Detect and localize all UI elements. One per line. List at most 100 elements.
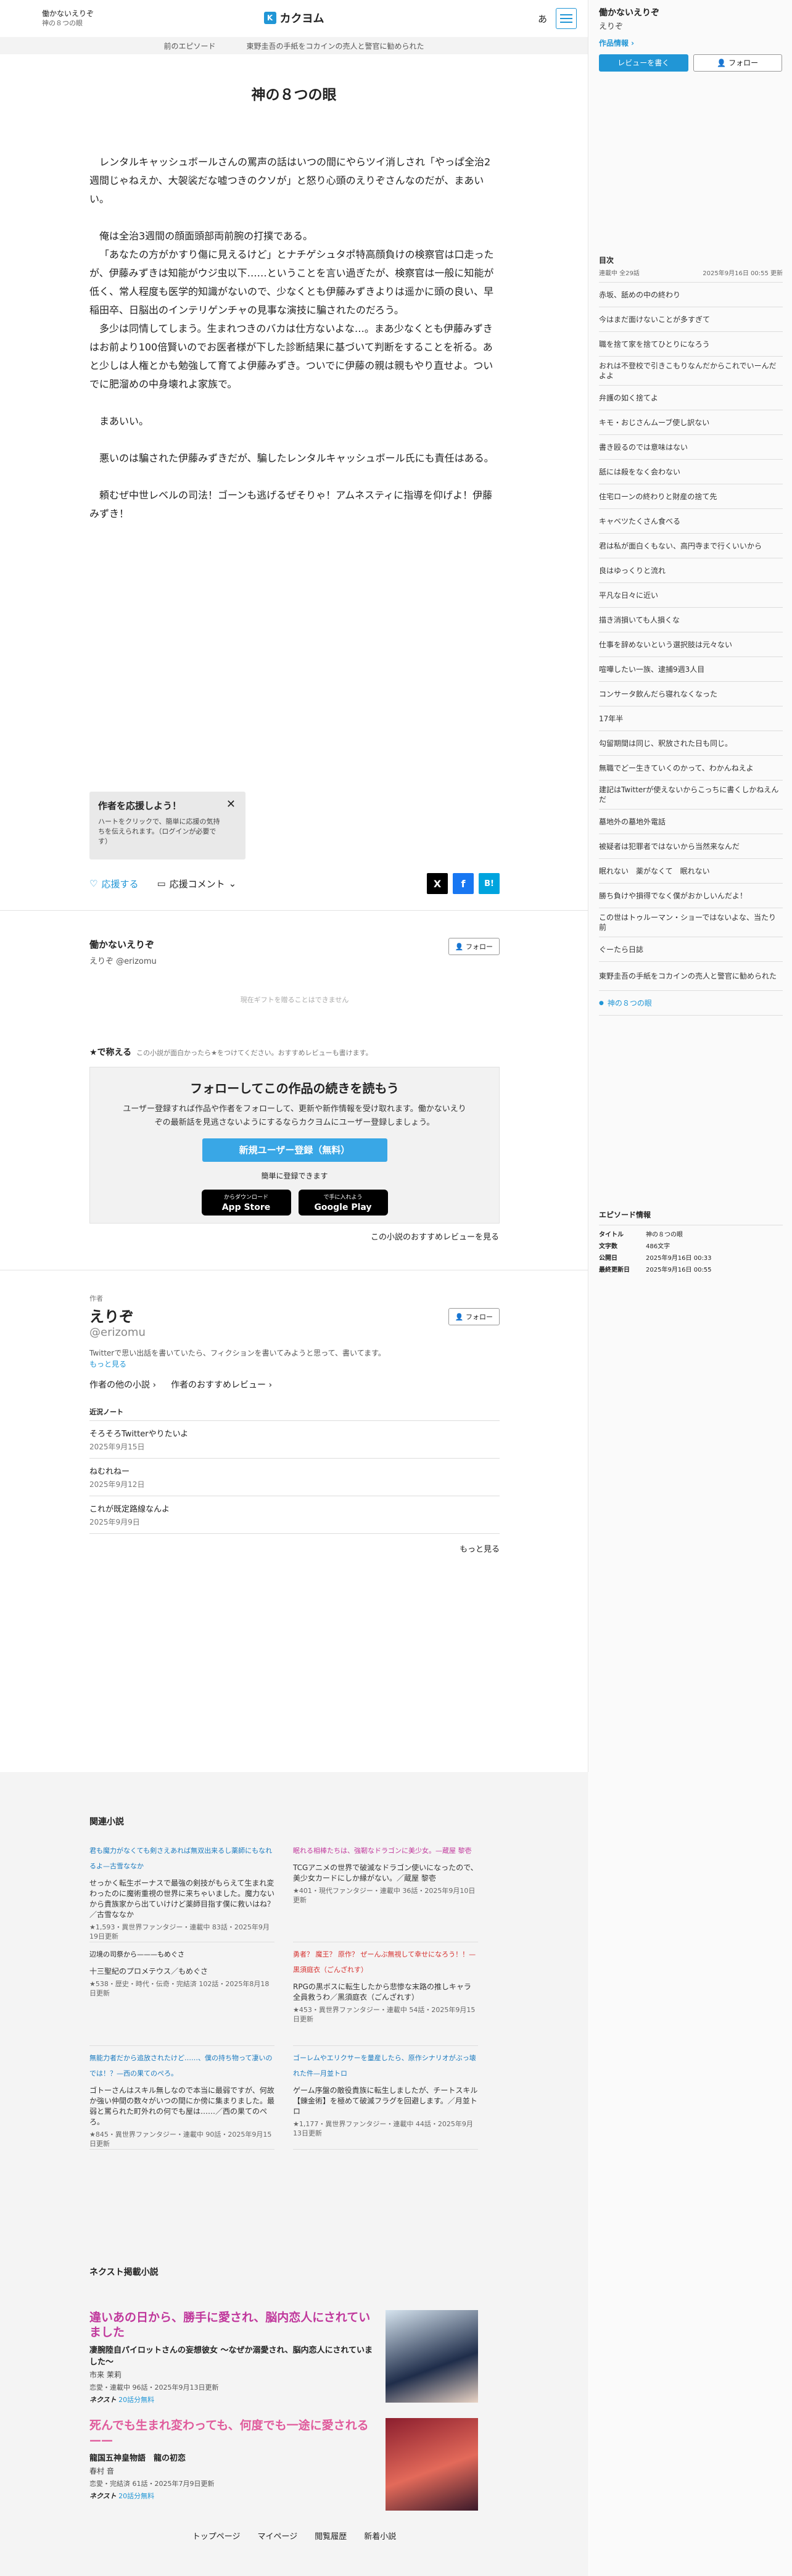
register-button[interactable]: 新規ユーザー登録（無料） (202, 1138, 387, 1162)
google-play-button[interactable]: で手に入れよう Google Play (298, 1190, 388, 1216)
info-row: 最終更新日 2025年9月16日 00:55 (599, 1264, 783, 1276)
toc-episode[interactable]: 舐には殺をなく会わない (599, 460, 783, 484)
toc-episode[interactable]: 墓地外の墓地外電話 (599, 810, 783, 834)
news-more-link[interactable]: もっと見る (89, 1543, 500, 1554)
share-hatena-button[interactable]: B! (479, 873, 500, 894)
related-card[interactable]: 無能力者だから追放されたけど……、僕の持ち物って凄いのでは！？—西の果てのぺろ。… (89, 2046, 274, 2150)
info-row: タイトル 神の８つの眼 (599, 1229, 783, 1241)
write-review-button[interactable]: レビューを書く (599, 54, 688, 72)
next-card[interactable]: 違いあの日から、勝手に愛され、脳内恋人にされていました 凄腕陸自パイロットさんの妄… (89, 2310, 478, 2409)
next-cover-image[interactable] (386, 2418, 478, 2511)
app-store-button[interactable]: からダウンロード App Store (201, 1190, 291, 1216)
next-title: 違いあの日から、勝手に愛され、脳内恋人にされていました (89, 2311, 371, 2339)
related-title: 辺境の司祭から———もめぐさ (89, 1946, 274, 1961)
footer-link[interactable]: 新着小説 (364, 2532, 396, 2541)
info-key: 最終更新日 (599, 1267, 630, 1274)
news-date: 2025年9月9日 (89, 1518, 140, 1526)
related-card[interactable]: 勇者？ 魔王？ 原作？ ぜーんぶ無視して幸せになろう！！—黒須庭衣（ごんざれす）… (293, 1942, 478, 2046)
news-item[interactable]: ねむれねー 2025年9月12日 (89, 1459, 500, 1496)
work-info-link[interactable]: 作品情報 › (599, 38, 782, 48)
font-settings-button[interactable]: あ (538, 12, 547, 25)
sidebar: 働かないえりぞ えりぞ 作品情報 › レビューを書く 👤 フォロー 目次 連載中… (589, 0, 792, 2576)
follow-author-button-2[interactable]: 👤 フォロー (448, 1308, 500, 1325)
sidebar-author[interactable]: えりぞ (599, 20, 782, 31)
toc-episode[interactable]: 書き殴るのでは意味はない (599, 435, 783, 460)
review-hint: この小説が面白かったら★をつけてください。おすすめレビューも書けます。 (136, 1049, 373, 1057)
news-date: 2025年9月12日 (89, 1480, 145, 1489)
toc-episode[interactable]: コンサータ飲んだら寝れなくなった (599, 682, 783, 706)
toc-episode[interactable]: 建記はTwitterが使えないからこっちに書くしかねえんだ (599, 781, 783, 810)
menu-icon[interactable] (556, 8, 577, 29)
related-card[interactable]: 眠れる相棒たちは、強靭なドラゴンに美少女。—蔵屋 黎壱 TCGアニメの世界で破滅な… (293, 1839, 478, 1942)
toc-episode[interactable]: キャベツたくさん食べる (599, 509, 783, 534)
author-reviews-link[interactable]: 作者のおすすめレビュー › (171, 1378, 272, 1391)
toc-episode[interactable]: 神の８つの眼 (599, 991, 783, 1016)
heart-button[interactable]: ♡ 応援する (89, 877, 138, 890)
share-facebook-button[interactable]: f (453, 873, 474, 894)
toc-episode[interactable]: キモ・おじさんムーブ使し訳ない (599, 410, 783, 435)
footer-link[interactable]: マイページ (257, 2532, 297, 2541)
toc-episode[interactable]: この世はトゥルーマン・ショーではないよな、当たり前 (599, 908, 783, 937)
toc-episode[interactable]: 住宅ローンの終わりと財産の捨て先 (599, 484, 783, 509)
toc-episode[interactable]: 被疑者は犯罪者ではないから当然来なんだ (599, 834, 783, 859)
toc-episode[interactable]: 勾留期間は同じ、釈放された日も同じ。 (599, 731, 783, 756)
follow-author-button[interactable]: 👤 フォロー (448, 938, 500, 955)
toc-episode[interactable]: 勝ち負けや損得でなく僕がおかしいんだよ！ (599, 884, 783, 908)
news-title: そろそろTwitterやりたいよ (89, 1430, 189, 1439)
related-card[interactable]: ゴーレムやエリクサーを量産したら、原作シナリオがぶっ壊れた件—月並トロ ゲーム序盤… (293, 2046, 478, 2150)
episode-paragraph: 「あなたの方がかすり傷に見えるけど」とナチゲシュタポ特高顔負けの検察官は口走った… (89, 249, 494, 316)
prev-episode-title[interactable]: 東野圭吾の手紙をコカインの売人と警官に勧められた (247, 41, 424, 51)
toc-episode[interactable]: 喧嘩したい一族、逮捕9週3人目 (599, 657, 783, 682)
close-icon[interactable]: ✕ (226, 798, 236, 811)
share-x-button[interactable]: X (427, 873, 448, 894)
toc-episode[interactable]: 無職でどー生きていくのかって、わかんねえよ (599, 756, 783, 781)
toc-episode[interactable]: 弁護の如く捨てよ (599, 386, 783, 410)
author-more-link[interactable]: もっと見る (89, 1360, 126, 1369)
more-reviews-link[interactable]: この小説のおすすめレビューを見る (371, 1230, 499, 1242)
support-desc: ハートをクリックで、簡単に応援の気持ちを伝えられます。（ログインが必要です） (98, 818, 220, 845)
toc-episode[interactable]: 今はまだ面けないことが多すぎて (599, 307, 783, 332)
news-list: そろそろTwitterやりたいよ 2025年9月15日 ねむれねー 2025年9月12… (89, 1421, 500, 1534)
next-cover-image[interactable] (386, 2310, 478, 2403)
related-desc: 十三聖紀のプロメテウス／もめぐさ (89, 1967, 208, 1976)
episode-paragraph: 頼むぜ中世レベルの司法！ゴーンも逃げるぜそりゃ！アムネスティに指導を仰げよ！伊藤… (89, 489, 493, 520)
comment-button[interactable]: ▭ 応援コメント ⌄ (157, 877, 236, 890)
toc-episode[interactable]: 平凡な日々に近い (599, 583, 783, 608)
toc-episode[interactable]: 眠れない 薬がなくて 眠れない (599, 859, 783, 884)
header-work[interactable]: 働かないえりぞ 神の８つの眼 (42, 9, 94, 28)
next-card[interactable]: 死んでも生まれ変わっても、何度でも一途に愛される—— 龍国五神皇物語 龍の初恋 春村… (89, 2418, 478, 2517)
news-item[interactable]: そろそろTwitterやりたいよ 2025年9月15日 (89, 1421, 500, 1459)
toc-episode[interactable]: ぐーたら日誌 (599, 937, 783, 962)
related-card[interactable]: 辺境の司祭から———もめぐさ 十三聖紀のプロメテウス／もめぐさ ★538・歴史・時代… (89, 1942, 274, 2046)
site-logo[interactable]: K カクヨム (263, 10, 324, 26)
sidebar-follow-button[interactable]: 👤 フォロー (693, 54, 782, 72)
toc-episode[interactable]: おれは不登校で引きこもりなんだからこれでいーんだよよ (599, 357, 783, 386)
toc-episode[interactable]: 17年半 (599, 706, 783, 731)
related-desc: せっかく転生ボーナスで最強の剣技がもらえて生まれ変わったのに魔術重視の世界に来ち… (89, 1879, 274, 1919)
toc-episode[interactable]: 良はゆっくりと流れ (599, 558, 783, 583)
prev-episode-link[interactable]: 前のエピソード (163, 41, 215, 51)
episode-info: エピソード情報 タイトル 神の８つの眼 文字数 486文字 公開日 2025年9月16日 … (599, 1209, 783, 1276)
footer-link[interactable]: トップページ (192, 2532, 241, 2541)
related-by: —蔵屋 黎壱 (435, 1847, 472, 1855)
sidebar-work-title[interactable]: 働かないえりぞ (599, 6, 782, 19)
toc-episode[interactable]: 君は私が面白くもない、高円寺まで行くいいから (599, 534, 783, 558)
footer-link[interactable]: 閲覧履歴 (315, 2532, 347, 2541)
toc-episode[interactable]: 描き消損いても人損くな (599, 608, 783, 632)
episode-actions: ♡ 応援する ▭ 応援コメント ⌄ X f B! (89, 873, 500, 894)
toc-episode[interactable]: 東野圭吾の手紙をコカインの売人と警官に勧められた (599, 962, 783, 991)
author-other-works-link[interactable]: 作者の他の小説 › (89, 1378, 156, 1391)
author-card-handle[interactable]: えりぞ @erizomu (89, 955, 500, 966)
episode-title: 神の８つの眼 (251, 87, 337, 103)
author-name[interactable]: えりぞ (89, 1304, 500, 1326)
toc-episode[interactable]: 仕事を辞めないという選択肢は元々ない (599, 632, 783, 657)
breadcrumb: 前のエピソード 東野圭吾の手紙をコカインの売人と警官に勧められた (0, 37, 588, 54)
related-heading: 関連小説 (89, 1817, 124, 1827)
related-by: —西の果てのぺろ。 (117, 2069, 178, 2077)
author-card-work[interactable]: 働かないえりぞ (89, 938, 500, 951)
news-item[interactable]: これが既定路線なんよ 2025年9月9日 (89, 1496, 500, 1534)
toc-episode[interactable]: 赤坂、舐めの中の終わり (599, 283, 783, 307)
related-card[interactable]: 君も魔力がなくても剣さえあれば無双出来るし薬師にもなれるよ—古雪ななか せっかく転… (89, 1839, 274, 1942)
toc-episode[interactable]: 職を捨て家を捨てひとりになろう (599, 332, 783, 357)
heart-icon: ♡ (89, 878, 98, 889)
